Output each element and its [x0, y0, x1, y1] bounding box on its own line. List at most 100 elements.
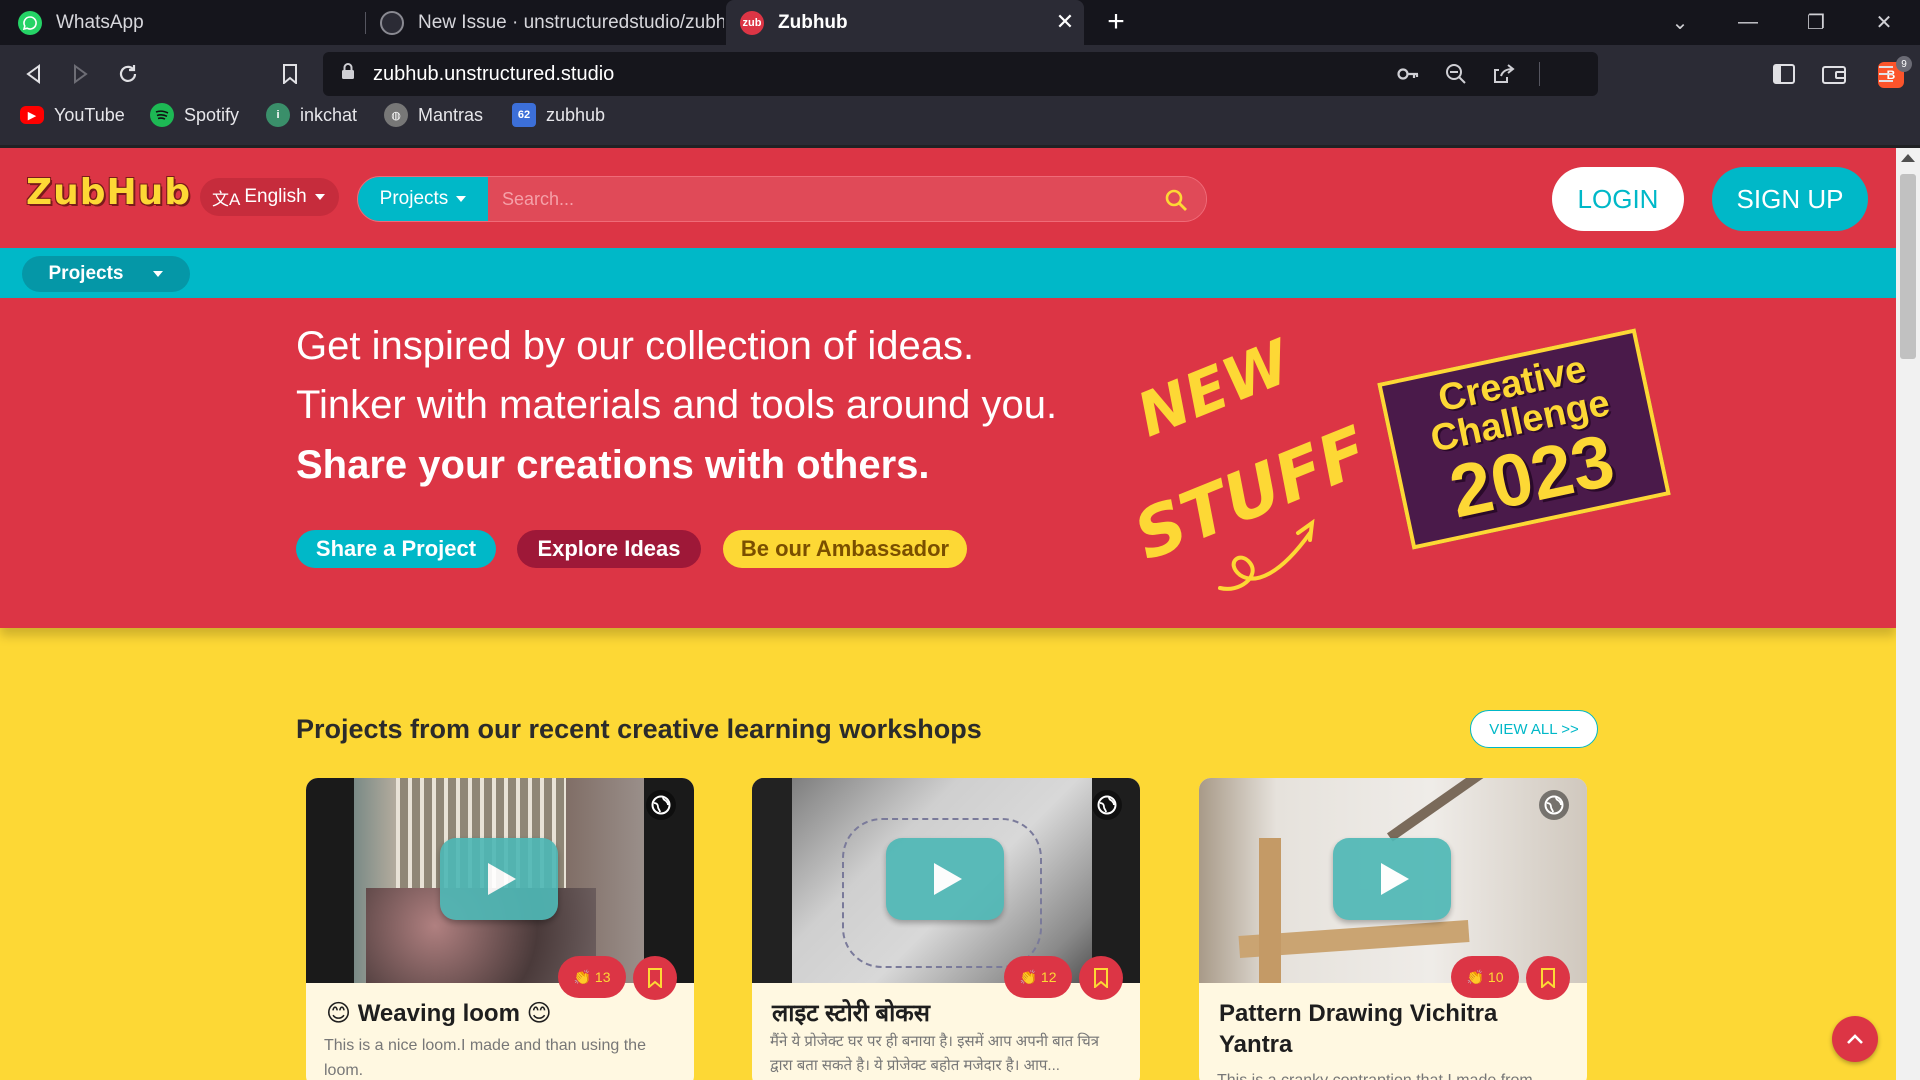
bookmark-inkchat[interactable]: i inkchat — [266, 101, 357, 129]
bookmark-zubhub[interactable]: 62 zubhub — [512, 101, 605, 129]
bookmark-icon — [648, 968, 662, 988]
tab-github-new-issue[interactable]: New Issue · unstructuredstudio/zubhub — [366, 0, 724, 45]
clap-button[interactable]: 👏 10 — [1451, 956, 1519, 998]
url-text[interactable]: zubhub.unstructured.studio — [373, 63, 614, 86]
search-input[interactable] — [488, 177, 1206, 221]
lock-icon[interactable] — [341, 62, 355, 80]
hero-line-2: Tinker with materials and tools around y… — [296, 383, 1058, 427]
tab-search-chevron-icon[interactable]: ⌄ — [1660, 6, 1700, 38]
project-title[interactable]: Pattern Drawing Vichitra Yantra — [1219, 998, 1569, 1060]
project-thumbnail[interactable] — [752, 778, 1140, 983]
project-description: This is a nice loom.I made and than usin… — [324, 1037, 646, 1079]
restore-button[interactable]: ❐ — [1796, 6, 1836, 38]
bookmark-spotify[interactable]: Spotify — [150, 101, 239, 129]
signup-button[interactable]: SIGN UP — [1712, 167, 1868, 231]
globe-icon — [646, 790, 676, 820]
youtube-icon: ▶ — [20, 106, 44, 124]
save-button[interactable] — [1079, 956, 1123, 1000]
back-button[interactable] — [16, 56, 52, 92]
github-icon — [380, 10, 404, 35]
play-icon[interactable] — [440, 838, 558, 920]
scroll-to-top-button[interactable] — [1832, 1016, 1878, 1062]
creative-challenge-badge[interactable]: Creative Challenge 2023 — [1377, 328, 1671, 550]
whatsapp-icon — [18, 10, 42, 35]
search-icon[interactable] — [1164, 188, 1188, 212]
bookmark-mantras[interactable]: ◍ Mantras — [384, 101, 483, 129]
sidebar-toggle-icon[interactable] — [1766, 56, 1802, 92]
inkchat-icon: i — [266, 103, 290, 127]
wallet-icon[interactable] — [1816, 56, 1852, 92]
section-title: Projects from our recent creative learni… — [296, 714, 982, 744]
language-selector[interactable]: 文A English — [200, 178, 339, 216]
bookmark-icon — [1541, 968, 1555, 988]
globe-icon: ◍ — [384, 103, 408, 127]
projects-menu-button[interactable]: Projects — [22, 256, 190, 292]
minimize-button[interactable]: — — [1728, 6, 1768, 38]
tab-title: Zubhub — [778, 11, 848, 33]
clap-count: 12 — [1040, 969, 1057, 985]
project-card[interactable]: 👏 13 😊 Weaving loom 😊 This is a nice loo… — [306, 778, 694, 1080]
globe-icon — [1092, 790, 1122, 820]
new-tab-button[interactable]: + — [1100, 5, 1132, 38]
address-bar[interactable]: zubhub.unstructured.studio B 9 — [323, 52, 1912, 96]
bookmark-label: inkchat — [300, 104, 358, 125]
sub-navigation: Projects — [0, 248, 1896, 298]
view-all-button[interactable]: VIEW ALL >> — [1470, 710, 1598, 748]
bookmark-youtube[interactable]: ▶ YouTube — [20, 101, 125, 129]
project-card[interactable]: 👏 12 लाइट स्टोरी बोकस मैंने ये प्रोजेक्ट… — [752, 778, 1140, 1080]
key-icon[interactable] — [1393, 60, 1423, 88]
forward-button[interactable] — [62, 56, 98, 92]
project-description: This is a cranky contraption that I made… — [1217, 1068, 1567, 1080]
close-window-button[interactable]: ✕ — [1864, 6, 1904, 38]
chevron-up-icon — [1847, 1034, 1863, 1044]
project-thumbnail[interactable] — [1199, 778, 1587, 983]
language-label: English — [244, 186, 307, 207]
thumbnail-stick — [1259, 838, 1281, 983]
clap-icon: 👏 — [1466, 968, 1484, 985]
bookmark-icon[interactable] — [272, 56, 308, 92]
share-project-button[interactable]: Share a Project — [296, 530, 496, 568]
site-header: ZubHub 文A English Projects LOGIN SIGN UP — [0, 148, 1896, 248]
search-category-dropdown[interactable]: Projects — [358, 177, 488, 221]
zubhub-icon: zub — [740, 10, 764, 35]
tab-whatsapp[interactable]: WhatsApp — [4, 0, 360, 45]
save-button[interactable] — [633, 956, 677, 1000]
spotify-icon — [150, 103, 174, 127]
zubhub-bookmark-icon: 62 — [512, 103, 536, 127]
project-title[interactable]: 😊 Weaving loom 😊 — [326, 998, 676, 1029]
project-card[interactable]: 👏 10 Pattern Drawing Vichitra Yantra Thi… — [1199, 778, 1587, 1080]
play-icon[interactable] — [886, 838, 1004, 920]
close-tab-icon[interactable]: ✕ — [1052, 9, 1078, 35]
clap-button[interactable]: 👏 13 — [558, 956, 626, 998]
zubhub-logo[interactable]: ZubHub — [26, 172, 191, 213]
caret-down-icon — [456, 196, 467, 202]
tab-title: WhatsApp — [56, 11, 144, 33]
zoom-out-icon[interactable] — [1441, 60, 1471, 88]
menu-icon[interactable] — [1868, 56, 1904, 92]
new-stuff-graphic[interactable]: NEW STUFF! — [1120, 333, 1360, 603]
browser-toolbar: zubhub.unstructured.studio B 9 ▶ YouTube — [0, 45, 1920, 145]
tab-zubhub[interactable]: zub Zubhub — [726, 0, 1084, 45]
explore-ideas-button[interactable]: Explore Ideas — [517, 530, 701, 568]
tab-title: New Issue · unstructuredstudio/zubhub — [418, 11, 724, 33]
reload-button[interactable] — [110, 56, 146, 92]
project-thumbnail[interactable] — [306, 778, 694, 983]
login-button[interactable]: LOGIN — [1552, 167, 1684, 231]
clap-count: 13 — [594, 969, 611, 985]
globe-icon — [1539, 790, 1569, 820]
save-button[interactable] — [1526, 956, 1570, 1000]
clap-button[interactable]: 👏 12 — [1004, 956, 1072, 998]
scroll-up-arrow-icon[interactable] — [1901, 154, 1915, 162]
play-icon[interactable] — [1333, 838, 1451, 920]
toolbar-divider — [1539, 62, 1540, 86]
translate-icon: 文A — [212, 189, 241, 209]
new-stuff-line-1: NEW — [1128, 333, 1303, 451]
project-title[interactable]: लाइट स्टोरी बोकस — [772, 998, 1122, 1029]
scrollbar-thumb[interactable] — [1900, 174, 1916, 359]
search-category-label: Projects — [379, 188, 449, 209]
bookmark-label: Spotify — [184, 104, 240, 125]
ambassador-button[interactable]: Be our Ambassador — [723, 530, 967, 568]
page-scrollbar[interactable] — [1896, 148, 1920, 1080]
share-icon[interactable] — [1489, 60, 1519, 88]
bookmarks-bar: ▶ YouTube Spotify i inkchat ◍ Mantras 62… — [0, 97, 700, 133]
